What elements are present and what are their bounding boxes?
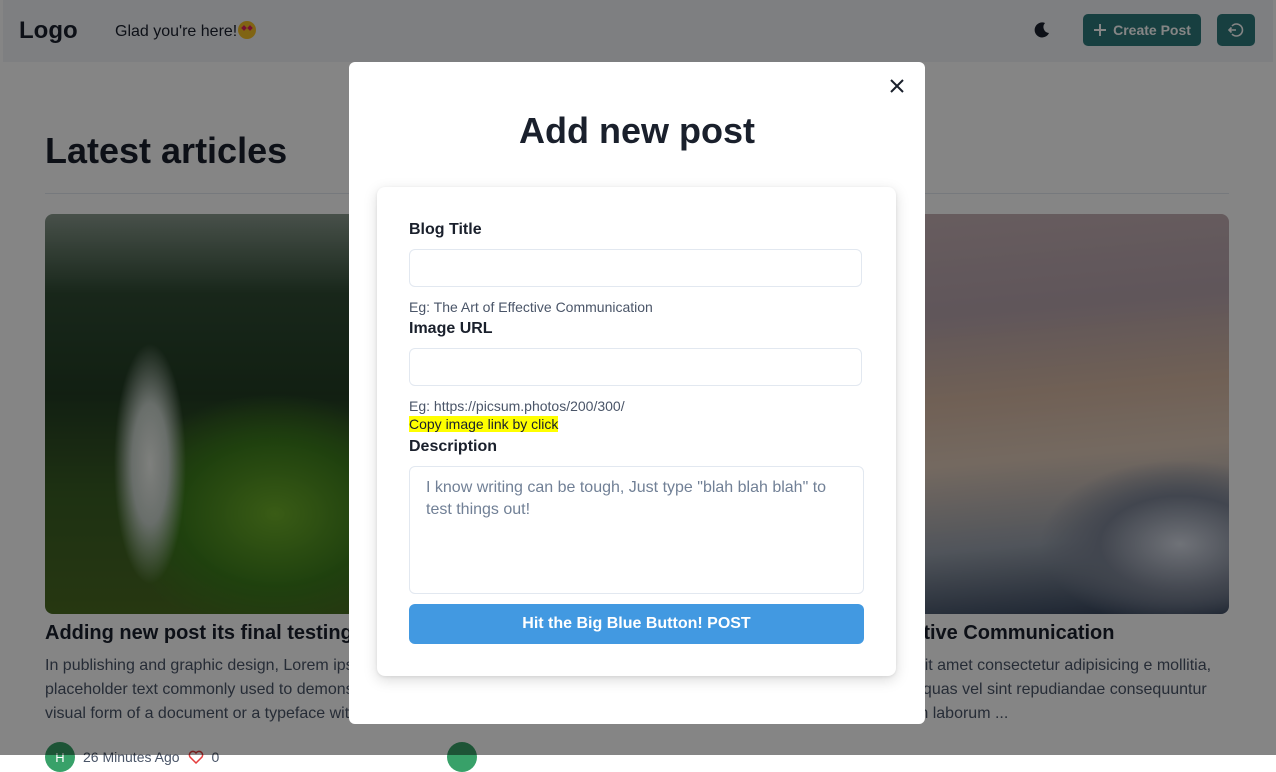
post-submit-button[interactable]: Hit the Big Blue Button! POST xyxy=(409,604,864,644)
close-icon[interactable] xyxy=(886,75,908,97)
blog-title-label: Blog Title xyxy=(409,221,482,238)
description-textarea[interactable] xyxy=(409,466,864,594)
modal-title: Add new post xyxy=(519,110,755,151)
description-label: Description xyxy=(409,438,498,455)
blog-title-hint: Eg: The Art of Effective Communication xyxy=(409,299,653,315)
image-url-input[interactable] xyxy=(409,348,862,386)
copy-image-link[interactable]: Copy image link by click xyxy=(409,416,559,432)
image-url-hint: Eg: https://picsum.photos/200/300/ xyxy=(409,398,625,414)
post-form: Blog Title Eg: The Art of Effective Comm… xyxy=(377,187,896,676)
blog-title-input[interactable] xyxy=(409,249,862,287)
add-post-modal: Add new post Blog Title Eg: The Art of E… xyxy=(349,62,925,724)
image-url-label: Image URL xyxy=(409,320,493,337)
